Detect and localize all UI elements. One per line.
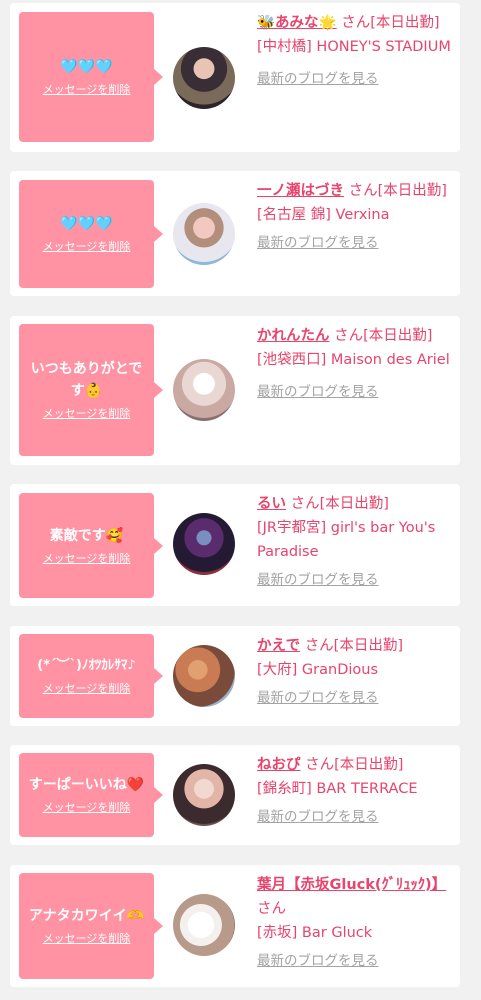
shop-name: [池袋西口] Maison des Ariel <box>257 352 450 368</box>
blog-link[interactable]: 最新のブログを見る <box>257 686 379 710</box>
message-text: アナタカワイイ🫶 <box>28 908 145 924</box>
cast-info: 🐝あみな🌟 さん[本日出勤] [中村橋] HONEY'S STADIUM 最新の… <box>257 11 455 91</box>
cast-status: さん[本日出勤] <box>304 638 404 654</box>
cast-status: さん[本日出勤] <box>348 183 447 199</box>
delete-message-link[interactable]: メッセージを削除 <box>43 82 131 98</box>
cast-status: さん[本日出勤] <box>341 15 440 31</box>
message-text: 🩵🩵🩵 <box>60 216 113 232</box>
cast-info: ねおぴ さん[本日出勤] [錦糸町] BAR TERRACE 最新のブログを見る <box>257 753 455 829</box>
cast-name-link[interactable]: かえで <box>257 638 300 654</box>
cast-status: さん[本日出勤] <box>334 328 433 344</box>
list-item: いつもありがとです👶 メッセージを削除 かれんたん さん[本日出勤] [池袋西口… <box>10 316 460 465</box>
message-text: いつもありがとです👶 <box>30 361 143 399</box>
avatar[interactable] <box>173 513 235 575</box>
delete-message-link[interactable]: メッセージを削除 <box>43 931 131 947</box>
list-item: 🩵🩵🩵 メッセージを削除 一ノ瀬はづき さん[本日出勤] [名古屋 錦] Ver… <box>10 171 460 296</box>
cast-info: かれんたん さん[本日出勤] [池袋西口] Maison des Ariel 最… <box>257 324 455 404</box>
cast-info: 葉月【赤坂Gluck(ｸﾞﾘｭｯｸ)】 さん [赤坂] Bar Gluck 最新… <box>257 873 455 973</box>
blog-link[interactable]: 最新のブログを見る <box>257 67 379 91</box>
message-bubble: アナタカワイイ🫶 メッセージを削除 <box>19 873 163 979</box>
cast-status: さん[本日出勤] <box>290 496 389 512</box>
avatar[interactable] <box>173 894 235 956</box>
cast-name-link[interactable]: かれんたん <box>257 328 330 344</box>
list-item: すーぱーいいね❤️ メッセージを削除 ねおぴ さん[本日出勤] [錦糸町] BA… <box>10 745 460 845</box>
blog-link[interactable]: 最新のブログを見る <box>257 380 379 404</box>
blog-link[interactable]: 最新のブログを見る <box>257 949 379 973</box>
avatar[interactable] <box>173 764 235 826</box>
cast-status: さん <box>257 901 286 917</box>
message-text: (*´︶`)ﾉｵﾂｶﾚｻﾏ♪ <box>37 658 136 673</box>
shop-name: [赤坂] Bar Gluck <box>257 925 373 941</box>
blog-link[interactable]: 最新のブログを見る <box>257 568 379 592</box>
cast-status: さん[本日出勤] <box>305 757 404 773</box>
cast-info: るい さん[本日出勤] [JR宇都宮] girl's bar You's Par… <box>257 492 455 592</box>
cast-name-link[interactable]: 一ノ瀬はづき <box>257 183 344 199</box>
message-bubble: 🩵🩵🩵 メッセージを削除 <box>19 12 163 142</box>
blog-link[interactable]: 最新のブログを見る <box>257 231 379 255</box>
blog-link[interactable]: 最新のブログを見る <box>257 805 379 829</box>
message-text: すーぱーいいね❤️ <box>28 777 145 793</box>
message-bubble: 🩵🩵🩵 メッセージを削除 <box>19 180 163 288</box>
message-bubble: いつもありがとです👶 メッセージを削除 <box>19 324 163 456</box>
shop-name: [JR宇都宮] girl's bar You's Paradise <box>257 520 436 560</box>
delete-message-link[interactable]: メッセージを削除 <box>43 239 131 255</box>
delete-message-link[interactable]: メッセージを削除 <box>43 800 131 816</box>
message-text: 素敵です🥰 <box>49 527 124 544</box>
list-item: 素敵です🥰 メッセージを削除 るい さん[本日出勤] [JR宇都宮] girl'… <box>10 484 460 606</box>
message-bubble: (*´︶`)ﾉｵﾂｶﾚｻﾏ♪ メッセージを削除 <box>19 634 163 718</box>
cast-name-link[interactable]: ねおぴ <box>257 757 301 773</box>
cast-name-link[interactable]: 🐝あみな🌟 <box>257 15 337 31</box>
avatar[interactable] <box>173 47 235 109</box>
list-item: 🩵🩵🩵 メッセージを削除 🐝あみな🌟 さん[本日出勤] [中村橋] HONEY'… <box>10 3 460 152</box>
message-list: 🩵🩵🩵 メッセージを削除 🐝あみな🌟 さん[本日出勤] [中村橋] HONEY'… <box>0 0 481 1000</box>
avatar[interactable] <box>173 359 235 421</box>
shop-name: [錦糸町] BAR TERRACE <box>257 781 418 797</box>
message-text: 🩵🩵🩵 <box>60 59 113 75</box>
shop-name: [名古屋 錦] Verxina <box>257 207 390 223</box>
shop-name: [大府] GranDious <box>257 662 379 678</box>
list-item: アナタカワイイ🫶 メッセージを削除 葉月【赤坂Gluck(ｸﾞﾘｭｯｸ)】 さん… <box>10 865 460 987</box>
message-bubble: 素敵です🥰 メッセージを削除 <box>19 493 163 598</box>
delete-message-link[interactable]: メッセージを削除 <box>43 681 131 697</box>
cast-info: かえで さん[本日出勤] [大府] GranDious 最新のブログを見る <box>257 634 455 710</box>
message-bubble: すーぱーいいね❤️ メッセージを削除 <box>19 753 163 837</box>
shop-name: [中村橋] HONEY'S STADIUM <box>257 39 451 55</box>
list-item: (*´︶`)ﾉｵﾂｶﾚｻﾏ♪ メッセージを削除 かえで さん[本日出勤] [大府… <box>10 626 460 726</box>
delete-message-link[interactable]: メッセージを削除 <box>43 406 131 422</box>
avatar[interactable] <box>173 645 235 707</box>
cast-name-link[interactable]: 葉月【赤坂Gluck(ｸﾞﾘｭｯｸ)】 <box>257 877 446 893</box>
cast-name-link[interactable]: るい <box>257 496 286 512</box>
cast-info: 一ノ瀬はづき さん[本日出勤] [名古屋 錦] Verxina 最新のブログを見… <box>257 179 455 255</box>
delete-message-link[interactable]: メッセージを削除 <box>43 551 131 567</box>
avatar[interactable] <box>173 203 235 265</box>
